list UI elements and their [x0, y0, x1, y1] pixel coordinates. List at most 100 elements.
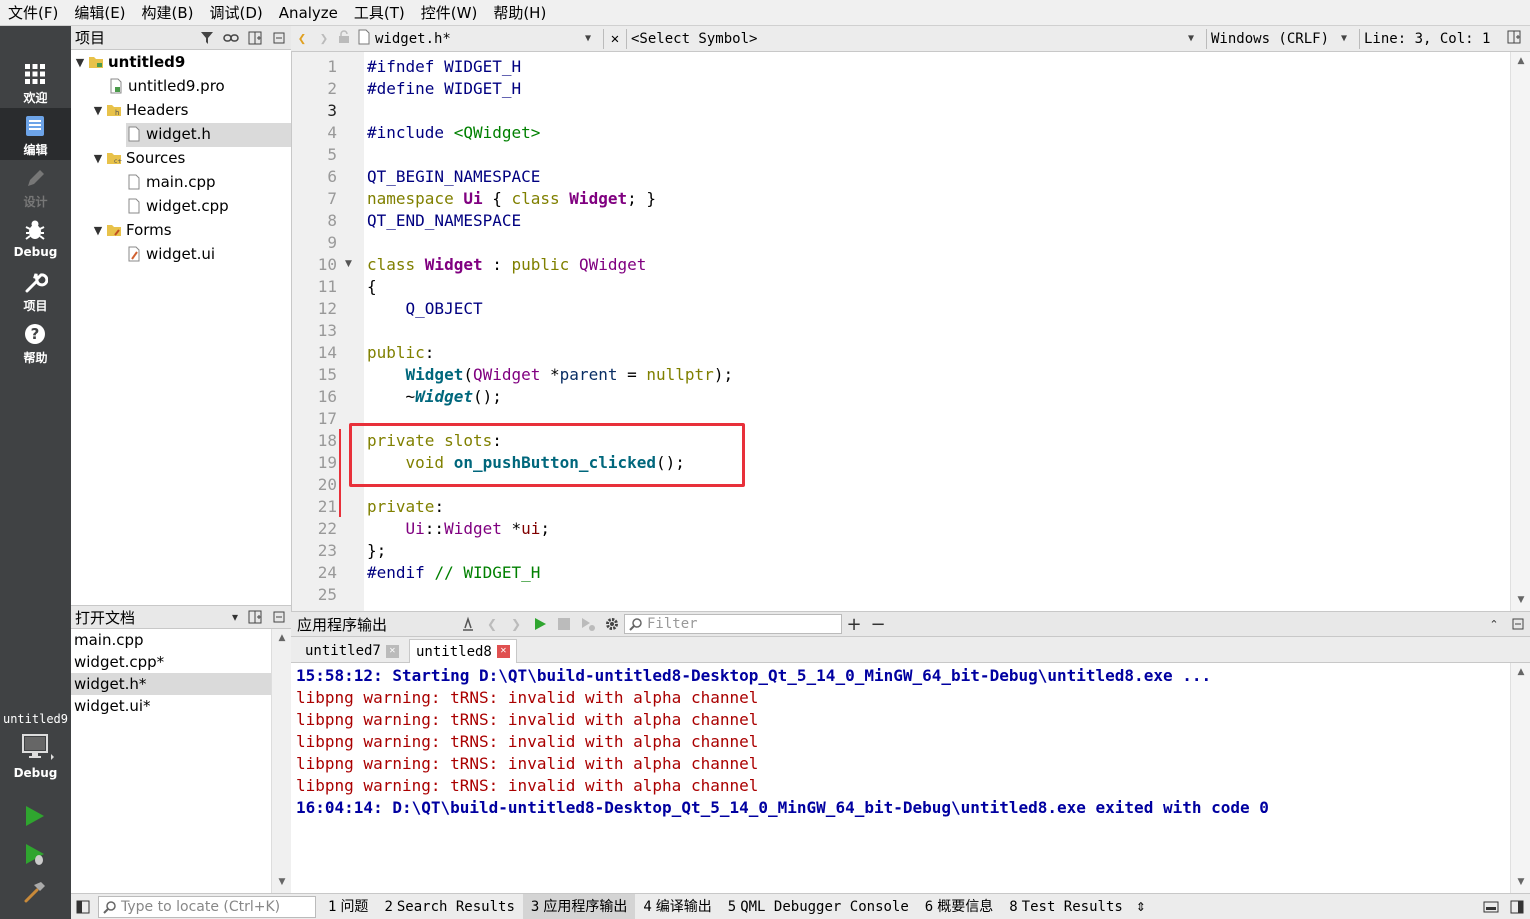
split-icon[interactable] [1504, 30, 1524, 48]
scroll-up-icon[interactable]: ▲ [1515, 667, 1527, 679]
mode-projects[interactable]: 项目 [0, 264, 71, 316]
line-ending-selector[interactable]: Windows (CRLF) [1211, 31, 1341, 47]
toggle-sidebar-icon[interactable] [71, 900, 95, 914]
output-tab-untitled8[interactable]: untitled8 ✕ [409, 639, 517, 663]
locator-input[interactable]: Type to locate (Ctrl+K) [98, 895, 316, 918]
menu-edit[interactable]: 编辑(E) [66, 0, 133, 26]
tree-file-widget-h[interactable]: widget.h [126, 122, 211, 146]
menu-debug[interactable]: 调试(D) [202, 0, 271, 26]
menu-file[interactable]: 文件(F) [0, 0, 66, 26]
editor-scrollbar[interactable]: ▲ ▼ [1510, 52, 1530, 611]
menu-build[interactable]: 构建(B) [134, 0, 202, 26]
close-tab-icon[interactable]: ✕ [385, 644, 399, 658]
fold-marker-icon[interactable]: ▼ [345, 259, 352, 269]
zoom-in-icon[interactable]: + [842, 612, 866, 636]
cursor-position[interactable]: Line: 3, Col: 1 [1364, 31, 1504, 47]
tree-project-root[interactable]: ▼ untitled9 [72, 50, 186, 74]
mode-selector: 欢迎 编辑 设计 Debug 项目 ? 帮助 untitled9 Debug [0, 26, 71, 919]
project-panel-header: 项目 [71, 26, 291, 50]
mode-help[interactable]: ? 帮助 [0, 316, 71, 368]
open-documents-scrollbar[interactable]: ▲ ▼ [271, 629, 291, 893]
back-arrow-icon[interactable]: ❮ [291, 31, 313, 47]
output-tab-untitled7[interactable]: untitled7 ✕ [299, 639, 405, 663]
chevron-down-icon[interactable]: ▼ [90, 104, 106, 117]
filter-icon[interactable] [195, 26, 219, 50]
output-filter-input[interactable]: Filter [624, 614, 842, 634]
scroll-up-icon[interactable]: ▲ [276, 633, 288, 645]
forward-arrow-icon[interactable]: ❯ [313, 31, 335, 47]
code-editor[interactable]: 1 2 3 4 5 6 7 8 9 10 11 12 13 14 15 16 1… [291, 52, 1530, 611]
project-panel-title: 项目 [75, 29, 106, 47]
application-output-text[interactable]: 15:58:12: Starting D:\QT\build-untitled8… [291, 663, 1510, 893]
kit-selector-button[interactable]: Debug [0, 730, 71, 786]
build-hammer-icon[interactable] [23, 880, 47, 904]
scroll-up-icon[interactable]: ▲ [1515, 56, 1527, 68]
zoom-out-icon[interactable]: − [866, 612, 890, 636]
pane-general-messages[interactable]: 6 概要信息 [917, 894, 1001, 919]
split-icon[interactable] [243, 605, 267, 629]
chevron-down-icon[interactable]: ▼ [1188, 33, 1202, 44]
chevron-down-icon[interactable]: ▼ [90, 152, 106, 165]
symbol-selector[interactable]: <Select Symbol> [631, 31, 1188, 47]
tree-headers-folder[interactable]: ▼ h Headers [90, 98, 189, 122]
tree-file-widget-cpp[interactable]: widget.cpp [126, 194, 229, 218]
chevron-down-icon[interactable]: ▼ [585, 33, 599, 44]
open-file-selector[interactable]: widget.h* [375, 31, 585, 47]
close-tab-icon[interactable]: ✕ [496, 645, 510, 658]
chevron-down-icon[interactable]: ▼ [1341, 33, 1355, 44]
attach-icon[interactable] [456, 612, 480, 636]
link-icon[interactable] [219, 26, 243, 50]
stop-icon[interactable] [552, 612, 576, 636]
output-line: 16:04:14: D:\QT\build-untitled8-Desktop_… [296, 798, 1269, 817]
code-token: Widget [415, 387, 473, 406]
forward-arrow-icon[interactable]: ❯ [504, 612, 528, 636]
pane-issues[interactable]: 1 问题 [320, 894, 376, 919]
open-document-item[interactable]: main.cpp [71, 629, 271, 651]
mode-debug[interactable]: Debug [0, 212, 71, 264]
chevron-down-icon[interactable]: ▾ [227, 605, 243, 629]
wrench-icon [25, 273, 48, 293]
menu-tools[interactable]: 工具(T) [346, 0, 413, 26]
output-scrollbar[interactable]: ▲ ▼ [1510, 663, 1530, 893]
mode-design[interactable]: 设计 [0, 160, 71, 212]
open-document-item-selected[interactable]: widget.h* [71, 673, 271, 695]
code-token: private [367, 497, 435, 516]
scroll-down-icon[interactable]: ▼ [276, 877, 288, 889]
pane-compile-output[interactable]: 4 编译输出 [635, 894, 719, 919]
scroll-down-icon[interactable]: ▼ [1515, 877, 1527, 889]
back-arrow-icon[interactable]: ❮ [480, 612, 504, 636]
rerun-icon[interactable] [528, 612, 552, 636]
close-document-icon[interactable]: ✕ [608, 31, 622, 47]
tree-file-widget-ui[interactable]: widget.ui [126, 242, 215, 266]
maximize-pane-icon[interactable]: ⌃ [1482, 612, 1506, 636]
close-panel-icon[interactable] [267, 26, 291, 50]
tree-forms-folder[interactable]: ▼ Forms [90, 218, 172, 242]
open-document-item[interactable]: widget.cpp* [71, 651, 271, 673]
tree-pro-file[interactable]: untitled9.pro [108, 74, 225, 98]
split-icon[interactable] [243, 26, 267, 50]
scroll-down-icon[interactable]: ▼ [1515, 595, 1527, 607]
close-pane-icon[interactable] [1506, 612, 1530, 636]
chevron-down-icon[interactable]: ▼ [90, 224, 106, 237]
pane-test-results[interactable]: 8 Test Results [1001, 894, 1131, 919]
toggle-right-sidebar-icon[interactable] [1504, 900, 1530, 914]
menu-analyze[interactable]: Analyze [271, 0, 346, 26]
progress-details-icon[interactable] [1478, 901, 1504, 913]
open-document-item[interactable]: widget.ui* [71, 695, 271, 717]
menu-controls[interactable]: 控件(W) [413, 0, 486, 26]
mode-edit[interactable]: 编辑 [0, 108, 71, 160]
chevron-down-icon[interactable]: ▼ [72, 56, 88, 69]
gear-icon[interactable] [600, 612, 624, 636]
menu-help[interactable]: 帮助(H) [485, 0, 554, 26]
tree-sources-folder[interactable]: ▼ c+ Sources [90, 146, 186, 170]
pane-application-output[interactable]: 3 应用程序输出 [522, 893, 636, 919]
close-panel-icon[interactable] [267, 605, 291, 629]
more-panes-icon[interactable]: ⇕ [1131, 900, 1151, 914]
pane-qml-debugger-console[interactable]: 5 QML Debugger Console [720, 894, 917, 919]
attach-debugger-icon[interactable] [576, 612, 600, 636]
mode-welcome[interactable]: 欢迎 [0, 56, 71, 108]
run-icon[interactable] [23, 804, 47, 828]
pane-search-results[interactable]: 2 Search Results [376, 894, 522, 919]
debug-run-icon[interactable] [23, 842, 47, 868]
tree-file-main-cpp[interactable]: main.cpp [126, 170, 216, 194]
